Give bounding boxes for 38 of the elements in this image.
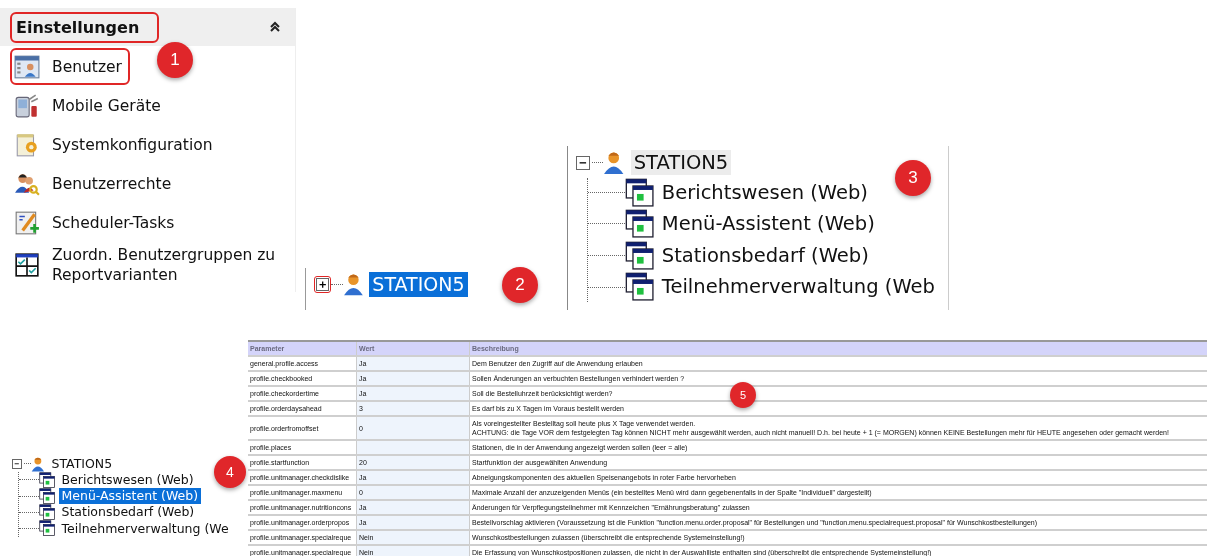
user-card-icon: [14, 53, 40, 80]
tree-node[interactable]: STATION5: [48, 456, 116, 472]
tree-node[interactable]: STATION5: [369, 272, 468, 297]
step-badge: 5: [730, 382, 756, 408]
menu-item[interactable]: Benutzer: [10, 48, 130, 85]
handheld-device-icon: [14, 92, 40, 119]
window-icon: [624, 272, 654, 302]
menu-item[interactable]: Scheduler-Tasks: [10, 204, 183, 241]
collapse-icon[interactable]: [269, 21, 281, 33]
window-icon: [39, 520, 56, 537]
window-icon: [624, 177, 654, 207]
menu-item[interactable]: Mobile Geräte: [10, 87, 169, 124]
step-badge: 4: [214, 456, 246, 488]
person-icon: [603, 150, 625, 175]
window-icon: [624, 209, 654, 239]
checklist-grid-icon: [14, 252, 40, 278]
document-gear-icon: [14, 131, 40, 158]
window-icon: [624, 240, 654, 271]
tree-node[interactable]: Teilnehmerverwaltung (We: [58, 520, 232, 537]
schedule-pencil-icon: [14, 209, 40, 236]
tree-node[interactable]: Teilnehmerverwaltung (Web: [658, 274, 938, 300]
window-icon: [39, 504, 56, 521]
person-icon: [342, 272, 364, 297]
tree-node[interactable]: Stationsbedarf (Web): [658, 242, 872, 269]
expander-box[interactable]: [314, 275, 332, 294]
tree-node[interactable]: Berichtswesen (Web): [658, 179, 871, 205]
tree-node[interactable]: Menü-Assistent (Web): [658, 211, 878, 237]
window-icon: [39, 487, 56, 505]
menu-item[interactable]: Benutzerrechte: [10, 165, 180, 202]
tree-node[interactable]: Berichtswesen (Web): [58, 471, 197, 488]
menu-item[interactable]: Zuordn. Benutzergruppen zu Reportvarianten: [10, 243, 292, 287]
section-title[interactable]: Einstellungen: [10, 11, 160, 43]
tree-node[interactable]: Menü-Assistent (Web): [58, 488, 201, 504]
window-icon: [39, 471, 56, 488]
tree-node[interactable]: STATION5: [630, 150, 732, 176]
person-icon: [31, 456, 45, 472]
tree-node[interactable]: Stationsbedarf (Web): [58, 504, 198, 521]
menu-item[interactable]: Systemkonfiguration: [10, 126, 221, 163]
